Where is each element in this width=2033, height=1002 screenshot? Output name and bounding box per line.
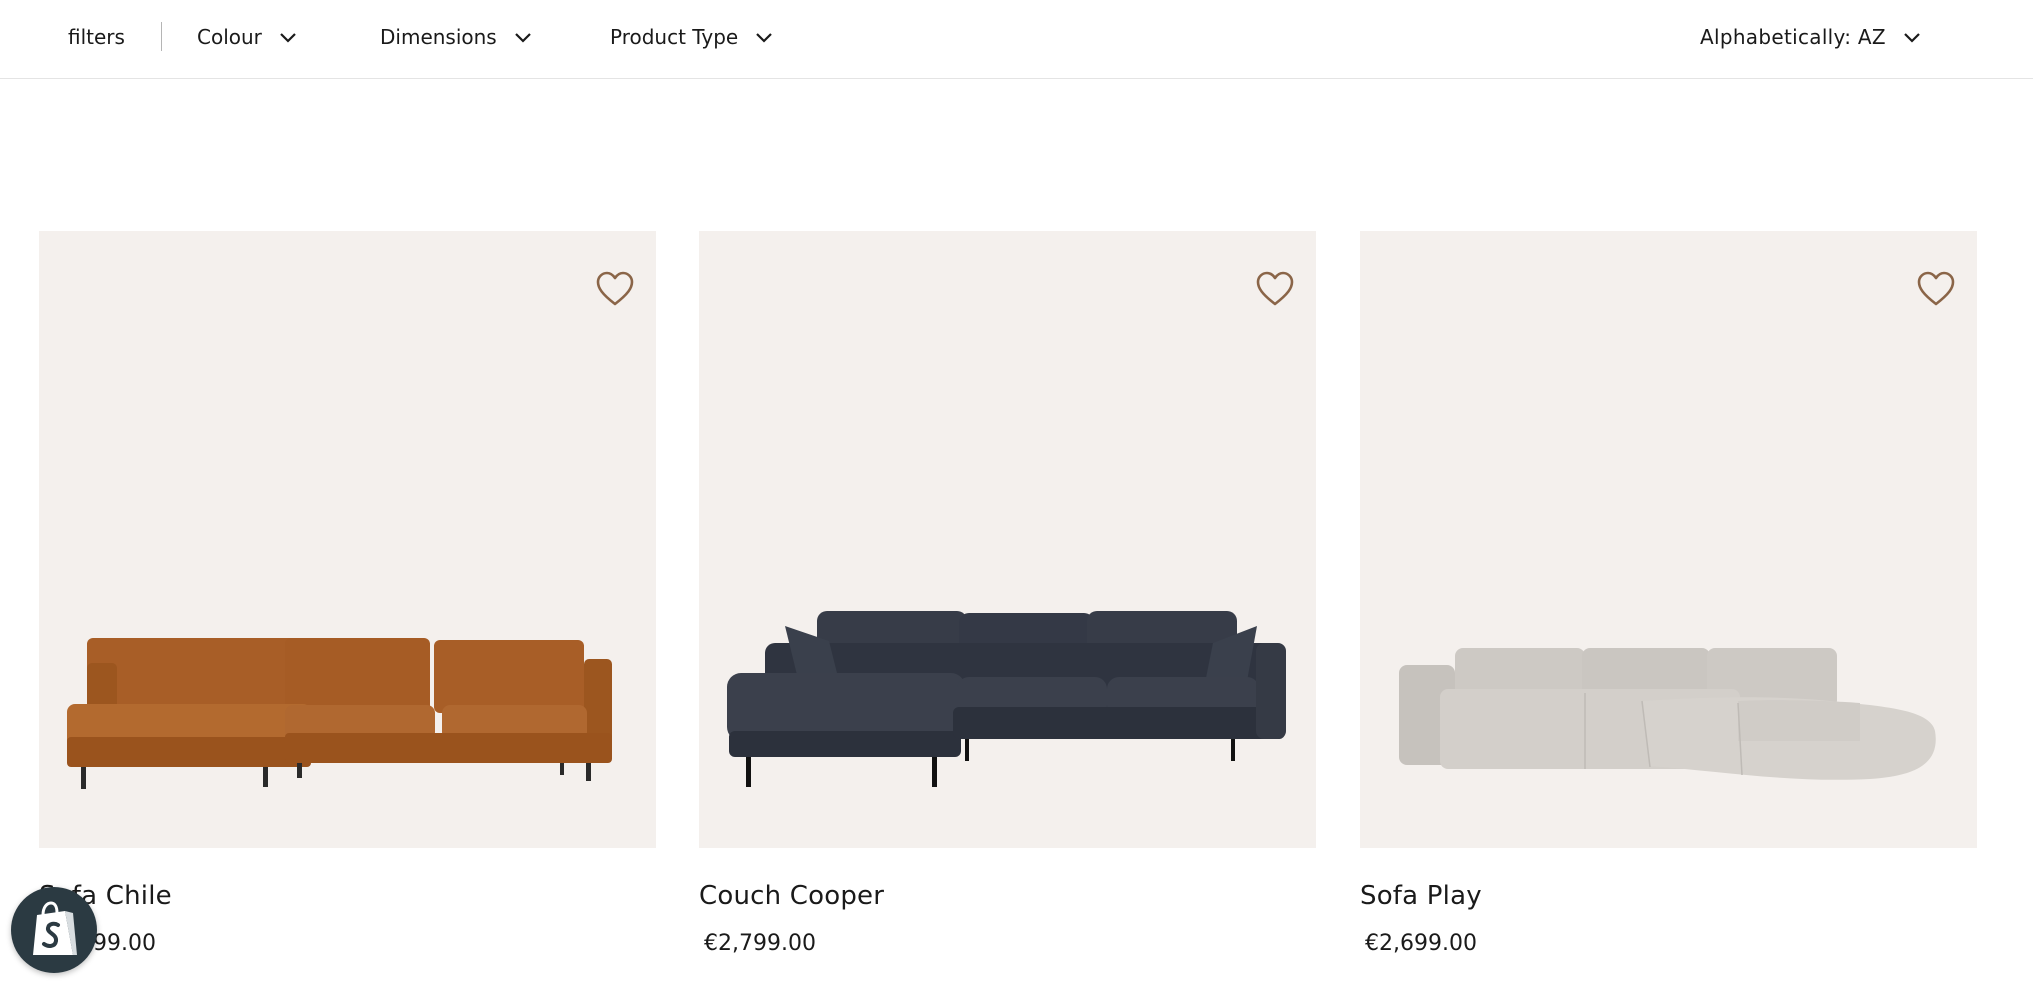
dimensions-filter-label: Dimensions [380, 25, 497, 49]
filter-divider [161, 22, 162, 51]
product-type-filter-label: Product Type [610, 25, 739, 49]
filters-button[interactable]: filters [68, 22, 125, 52]
product-image-sofa-chile [67, 638, 612, 789]
product-card: Couch Cooper €2,799.00 [699, 231, 1316, 956]
product-name-link[interactable]: Couch Cooper [699, 881, 884, 911]
wishlist-heart-icon[interactable] [596, 271, 634, 307]
dimensions-filter-dropdown[interactable]: Dimensions [380, 22, 533, 52]
product-name-link[interactable]: Sofa Play [1360, 881, 1482, 911]
sort-dropdown[interactable]: Alphabetically: AZ [1700, 22, 1922, 52]
chevron-down-icon [1904, 33, 1920, 43]
chevron-down-icon [280, 33, 296, 43]
product-card: Sofa Chile €2,799.00 [39, 231, 656, 956]
filters-label: filters [68, 25, 125, 49]
shopify-bag-icon [33, 901, 77, 955]
product-card: Sofa Play €2,699.00 [1360, 231, 1977, 956]
product-image-sofa-play [1399, 648, 1936, 780]
sort-label: Alphabetically: AZ [1700, 25, 1886, 49]
product-price: €2,699.00 [1365, 931, 1477, 956]
product-image-link[interactable] [39, 231, 656, 848]
product-type-filter-dropdown[interactable]: Product Type [610, 22, 774, 52]
shopify-badge-button[interactable] [11, 887, 97, 973]
colour-filter-label: Colour [197, 25, 262, 49]
chevron-down-icon [756, 33, 773, 43]
product-image-couch-cooper [727, 611, 1286, 787]
chevron-down-icon [514, 33, 531, 43]
product-price: €2,799.00 [704, 931, 816, 956]
colour-filter-dropdown[interactable]: Colour [197, 22, 298, 52]
wishlist-heart-icon[interactable] [1917, 271, 1955, 307]
product-image-link[interactable] [1360, 231, 1977, 848]
product-image-link[interactable] [699, 231, 1316, 848]
filter-bar: filters Colour Dimensions Product Type A… [0, 0, 2033, 79]
wishlist-heart-icon[interactable] [1256, 271, 1294, 307]
